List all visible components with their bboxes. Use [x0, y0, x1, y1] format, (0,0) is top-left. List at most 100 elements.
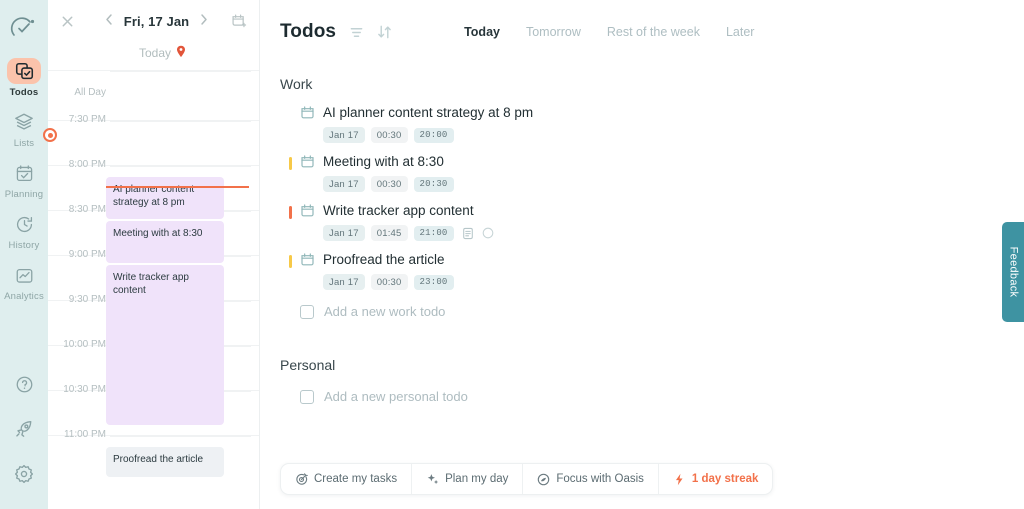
todo-title[interactable]: Proofread the article: [323, 251, 454, 268]
plan-my-day-label: Plan my day: [445, 473, 509, 485]
tab-tomorrow[interactable]: Tomorrow: [526, 25, 581, 39]
create-my-tasks-button[interactable]: Create my tasks: [281, 464, 413, 494]
checkbox-empty-icon[interactable]: [300, 304, 314, 319]
todo-date-chip[interactable]: Jan 17: [323, 274, 365, 290]
chart-icon: [16, 268, 32, 283]
sidebar-item-history[interactable]: History: [0, 211, 48, 251]
calendar-plus-icon[interactable]: [231, 13, 247, 29]
calendar-today-label: Today: [138, 46, 172, 60]
feedback-label: Feedback: [1007, 246, 1019, 298]
calendar-check-icon: [16, 164, 32, 181]
tab-today[interactable]: Today: [464, 25, 500, 39]
tab-bar: Today Tomorrow Rest of the week Later: [464, 25, 754, 39]
calendar-time-label: 7:30 PM: [68, 114, 106, 125]
sidebar-item-planning[interactable]: Planning: [0, 160, 48, 200]
todo-time-chip[interactable]: 23:00: [413, 274, 454, 290]
circle-icon[interactable]: [482, 227, 494, 239]
calendar-event[interactable]: Write tracker app content: [106, 265, 224, 425]
calendar-event[interactable]: Meeting with at 8:30: [106, 221, 224, 263]
todo-item[interactable]: Proofread the article Jan 17 00:30 23:00: [280, 245, 1004, 294]
now-line: [106, 186, 249, 188]
calendar-icon[interactable]: [300, 203, 315, 218]
todo-time-chip[interactable]: 20:30: [413, 176, 454, 192]
todo-body: Proofread the article Jan 17 00:30 23:00: [323, 251, 454, 290]
calendar-icon[interactable]: [300, 252, 315, 267]
filter-icon[interactable]: [349, 25, 364, 40]
todo-title[interactable]: Meeting with at 8:30: [323, 153, 454, 170]
todo-date-chip[interactable]: Jan 17: [323, 176, 365, 192]
rocket-icon[interactable]: [14, 419, 34, 444]
grid-line: [110, 436, 251, 437]
todo-date-chip[interactable]: Jan 17: [323, 225, 365, 241]
add-work-todo-input[interactable]: Add a new work todo: [324, 304, 445, 319]
sidebar-item-lists[interactable]: Lists: [0, 109, 48, 149]
close-icon[interactable]: [60, 14, 82, 29]
todo-duration-chip[interactable]: 00:30: [370, 176, 408, 192]
sidebar-item-todos[interactable]: Todos: [0, 58, 48, 98]
priority-indicator: [289, 206, 292, 219]
sparkle-icon: [427, 473, 439, 484]
todo-meta: Jan 17 00:30 23:00: [323, 274, 454, 290]
feedback-tab[interactable]: Feedback: [1002, 222, 1024, 322]
todo-duration-chip[interactable]: 00:30: [370, 274, 408, 290]
chevron-left-icon[interactable]: [104, 13, 114, 29]
tab-rest-of-the-week[interactable]: Rest of the week: [607, 25, 700, 39]
calendar-icon[interactable]: [300, 105, 315, 120]
app-logo-icon[interactable]: [7, 12, 41, 46]
gear-icon[interactable]: [14, 464, 34, 489]
focus-with-oasis-label: Focus with Oasis: [556, 473, 644, 485]
add-personal-todo-input[interactable]: Add a new personal todo: [324, 389, 468, 404]
sort-arrows-icon[interactable]: [377, 24, 392, 40]
todo-time-chip[interactable]: 21:00: [413, 225, 454, 241]
location-pin-icon: [176, 45, 186, 61]
todo-item[interactable]: Meeting with at 8:30 Jan 17 00:30 20:30: [280, 147, 1004, 196]
section-title-work: Work: [280, 76, 313, 92]
lists-notification-dot[interactable]: [43, 128, 57, 142]
todo-meta: Jan 17 01:45 21:00: [323, 225, 494, 241]
todo-body: AI planner content strategy at 8 pm Jan …: [323, 104, 533, 143]
todo-item[interactable]: AI planner content strategy at 8 pm Jan …: [280, 98, 1004, 147]
todo-duration-chip[interactable]: 01:45: [370, 225, 408, 241]
checkbox-empty-icon[interactable]: [300, 389, 314, 404]
calendar-time-label: 8:30 PM: [68, 204, 106, 215]
todo-title[interactable]: AI planner content strategy at 8 pm: [323, 104, 533, 121]
todo-item[interactable]: Write tracker app content Jan 17 01:45 2…: [280, 196, 1004, 245]
streak-button[interactable]: 1 day streak: [659, 464, 773, 494]
tab-later[interactable]: Later: [726, 25, 755, 39]
todo-title[interactable]: Write tracker app content: [323, 202, 494, 219]
plan-my-day-button[interactable]: Plan my day: [412, 464, 524, 494]
todo-duration-chip[interactable]: 00:30: [370, 127, 408, 143]
app-root: Todos Lists Planning History Analytics F…: [0, 0, 1024, 509]
calendar-time-label: 9:30 PM: [68, 294, 106, 305]
help-circle-icon[interactable]: [15, 375, 34, 399]
todo-date-chip[interactable]: Jan 17: [323, 127, 365, 143]
bottom-toolbar: Create my tasks Plan my day Focus with O…: [280, 463, 774, 495]
sidebar-item-label-analytics: Analytics: [4, 291, 44, 302]
sidebar: Todos Lists Planning History Analytics: [0, 0, 57, 509]
add-work-todo-row[interactable]: Add a new work todo: [280, 294, 1004, 329]
main-header: Todos Today Tomorrow Rest of the week La…: [280, 16, 1004, 48]
add-personal-todo-row[interactable]: Add a new personal todo: [280, 379, 1004, 414]
focus-with-oasis-button[interactable]: Focus with Oasis: [523, 464, 659, 494]
note-icon[interactable]: [462, 227, 474, 240]
clock-icon: [16, 216, 32, 232]
chevron-right-icon[interactable]: [199, 13, 209, 29]
lists-pill: [7, 109, 41, 135]
sidebar-item-analytics[interactable]: Analytics: [0, 262, 48, 302]
todos-pill: [7, 58, 41, 84]
todo-time-chip[interactable]: 20:00: [413, 127, 454, 143]
calendar-date-nav: Fri, 17 Jan: [82, 13, 231, 29]
create-my-tasks-label: Create my tasks: [314, 473, 398, 485]
main-content: Todos Today Tomorrow Rest of the week La…: [260, 0, 1024, 509]
calendar-date-label[interactable]: Fri, 17 Jan: [124, 14, 189, 29]
analytics-pill: [7, 262, 41, 288]
section-title-personal: Personal: [280, 357, 336, 373]
calendar-row-allday[interactable]: All Day: [48, 70, 259, 120]
calendar-icon[interactable]: [300, 154, 315, 169]
calendar-today-row[interactable]: Today: [66, 42, 259, 64]
calendar-event[interactable]: AI planner content strategy at 8 pm: [106, 177, 224, 219]
grid-line: [110, 166, 251, 167]
calendar-event[interactable]: Proofread the article: [106, 447, 224, 477]
todo-meta: Jan 17 00:30 20:30: [323, 176, 454, 192]
grid-line: [110, 121, 251, 122]
